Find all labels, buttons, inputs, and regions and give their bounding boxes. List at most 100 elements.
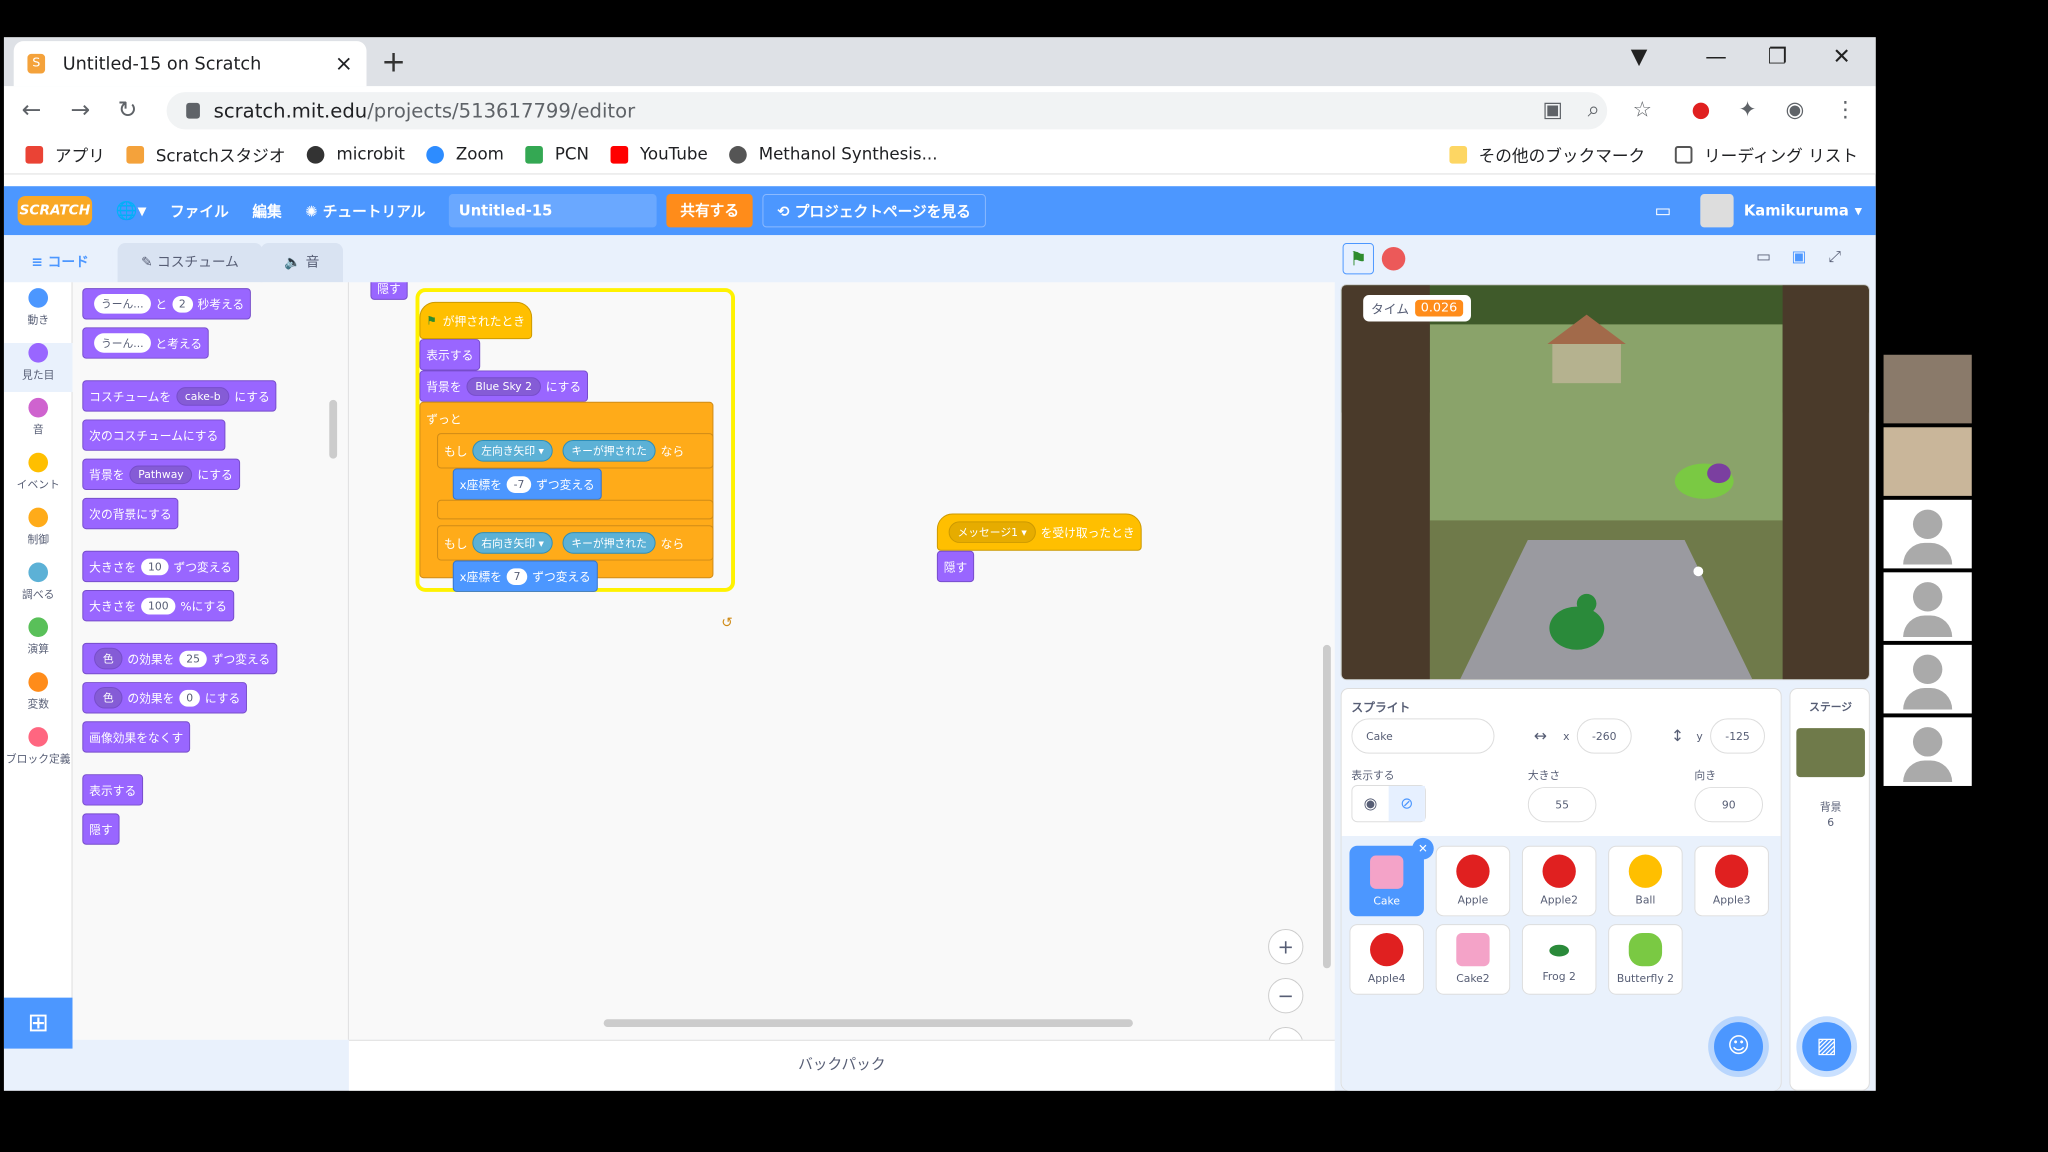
zoom-out-icon[interactable]: − xyxy=(1268,978,1304,1014)
block-switch-costume[interactable]: コスチュームを cake-b にする xyxy=(82,380,277,412)
zoom-icon[interactable]: ⌕ xyxy=(1588,98,1600,123)
stop-button[interactable] xyxy=(1381,246,1406,271)
size-input[interactable]: 55 xyxy=(1527,786,1597,823)
block-hide[interactable]: 隠す xyxy=(82,813,120,845)
script-h-scrollbar[interactable] xyxy=(603,1019,1133,1028)
sprite-name-input[interactable]: Cake xyxy=(1351,718,1495,754)
language-globe-icon[interactable]: 🌐▾ xyxy=(116,200,147,221)
tutorial-menu[interactable]: ✺ チュートリアル xyxy=(305,200,425,221)
address-bar[interactable]: scratch.mit.edu/projects/513617799/edito… xyxy=(166,92,1608,130)
bookmark-apps[interactable]: アプリ xyxy=(25,142,105,167)
block-think-for-secs[interactable]: うーん... と 2 秒考える xyxy=(82,288,252,320)
tab-code[interactable]: ≡ コード xyxy=(7,243,113,283)
script-partial-hide-block[interactable]: 隠す xyxy=(370,282,408,300)
bookmark-other[interactable]: その他のブックマーク xyxy=(1449,142,1645,167)
category-control[interactable]: 制御 xyxy=(4,507,73,557)
block-next-backdrop[interactable]: 次の背景にする xyxy=(82,497,179,530)
butterfly-sprite[interactable] xyxy=(1674,463,1734,499)
change-x-right-block[interactable]: x座標を 7 ずつ変える xyxy=(452,560,598,592)
change-x-left-block[interactable]: x座標を -7 ずつ変える xyxy=(452,468,602,500)
more-icon[interactable]: ⋮ xyxy=(1835,98,1857,123)
scratch-logo[interactable]: SCRATCH xyxy=(17,196,93,226)
extension-red-icon[interactable]: ● xyxy=(1691,98,1710,123)
category-looks[interactable]: 見た目 xyxy=(3,343,73,392)
profile-menu-icon[interactable]: ▼ xyxy=(1631,45,1648,70)
my-stuff-folder-icon[interactable]: ▭ xyxy=(1655,200,1672,221)
sprite-tile-cake2[interactable]: Cake2 xyxy=(1435,924,1511,995)
eye-show-icon[interactable]: ◉ xyxy=(1352,786,1388,821)
backpack[interactable]: バックパック xyxy=(348,1039,1335,1091)
star-icon[interactable]: ☆ xyxy=(1633,98,1652,123)
reload-icon[interactable]: ↻ xyxy=(118,96,138,123)
block-next-costume[interactable]: 次のコスチュームにする xyxy=(82,419,226,451)
zoom-in-icon[interactable]: + xyxy=(1268,929,1304,965)
category-sound[interactable]: 音 xyxy=(4,397,73,447)
sprite-tile-ball[interactable]: Ball xyxy=(1608,845,1683,917)
tab-sounds[interactable]: 🔈 音 xyxy=(260,243,343,283)
browser-tab[interactable]: S Untitled-15 on Scratch × xyxy=(13,41,367,87)
block-set-effect[interactable]: 色の効果を 0 にする xyxy=(82,682,248,714)
category-motion[interactable]: 動き xyxy=(4,288,73,337)
x-input[interactable]: -260 xyxy=(1576,718,1632,754)
block-change-size[interactable]: 大きさを 10 ずつ変える xyxy=(82,550,239,583)
back-icon[interactable]: ← xyxy=(22,96,42,123)
script-v-scrollbar[interactable] xyxy=(1323,644,1331,969)
sprite-tile-apple4[interactable]: Apple4 xyxy=(1349,924,1424,995)
stage-target-pane[interactable]: ステージ 背景 6 ▨ xyxy=(1789,687,1870,1091)
file-menu[interactable]: ファイル xyxy=(170,200,229,221)
delete-sprite-icon[interactable]: ✕ xyxy=(1412,837,1434,860)
category-sensing[interactable]: 調べる xyxy=(4,562,73,612)
block-clear-effects[interactable]: 画像効果をなくす xyxy=(82,721,191,753)
user-menu[interactable]: ▭ Kamikuruma ▾ xyxy=(1655,194,1862,228)
stage-canvas[interactable]: タイム 0.026 xyxy=(1340,284,1870,681)
zoom-reset-icon[interactable]: = xyxy=(1268,1027,1304,1040)
category-my-blocks[interactable]: ブロック定義 xyxy=(4,727,73,776)
block-set-size[interactable]: 大きさを 100 %にする xyxy=(82,589,234,622)
if-left-block[interactable]: もし 左向き矢印 ▾ キーが押された なら xyxy=(437,433,714,469)
choose-sprite-button[interactable]: ☺ xyxy=(1714,1022,1764,1072)
y-input[interactable]: -125 xyxy=(1710,718,1765,754)
minimize-icon[interactable]: — xyxy=(1705,45,1727,70)
cast-icon[interactable]: ▣ xyxy=(1543,98,1563,123)
large-stage-icon[interactable]: ▣ xyxy=(1791,247,1806,266)
fullscreen-icon[interactable]: ⤢ xyxy=(1829,247,1842,267)
switch-backdrop-block[interactable]: 背景を Blue Sky 2 にする xyxy=(419,370,588,402)
if-right-block[interactable]: もし 右向き矢印 ▾ キーが押された なら xyxy=(437,525,714,561)
block-change-effect[interactable]: 色の効果を 25 ずつ変える xyxy=(82,642,278,675)
show-block[interactable]: 表示する xyxy=(419,339,481,371)
direction-input[interactable]: 90 xyxy=(1694,786,1764,823)
bookmark-zoom[interactable]: Zoom xyxy=(426,145,504,164)
restore-icon[interactable]: ❐ xyxy=(1768,45,1787,70)
sprite-tile-butterfly2[interactable]: Butterfly 2 xyxy=(1608,924,1683,995)
bookmark-scratch-studio[interactable]: Scratchスタジオ xyxy=(126,142,286,167)
block-show[interactable]: 表示する xyxy=(82,774,144,806)
small-stage-icon[interactable]: ▭ xyxy=(1756,247,1771,266)
bookmark-methanol[interactable]: Methanol Synthesis... xyxy=(729,145,938,164)
when-flag-clicked-block[interactable]: ⚑ が押されたとき xyxy=(419,301,532,340)
choose-backdrop-button[interactable]: ▨ xyxy=(1802,1022,1852,1072)
sprite-tile-cake[interactable]: Cake xyxy=(1349,845,1424,917)
see-project-page-button[interactable]: ⟲ プロジェクトページを見る xyxy=(762,194,986,228)
timer-monitor[interactable]: タイム 0.026 xyxy=(1363,294,1471,322)
new-tab-icon[interactable]: + xyxy=(381,45,406,79)
when-i-receive-block[interactable]: メッセージ1 ▾ を受け取ったとき xyxy=(936,513,1142,551)
bookmark-youtube[interactable]: YouTube xyxy=(610,145,708,164)
tab-costumes[interactable]: ✎ コスチューム xyxy=(117,243,263,283)
account-icon[interactable]: ◉ xyxy=(1786,98,1805,123)
close-tab-icon[interactable]: × xyxy=(335,51,353,76)
close-window-icon[interactable]: ✕ xyxy=(1833,45,1851,70)
category-events[interactable]: イベント xyxy=(4,452,73,502)
bookmark-pcn[interactable]: PCN xyxy=(525,145,589,164)
sprite-tile-apple3[interactable]: Apple3 xyxy=(1694,845,1769,917)
ball-sprite[interactable] xyxy=(1693,566,1704,577)
project-title-input[interactable]: Untitled-15 xyxy=(448,194,657,228)
block-think[interactable]: うーん... と考える xyxy=(82,327,209,359)
edit-menu[interactable]: 編集 xyxy=(252,200,281,221)
block-switch-backdrop[interactable]: 背景を Pathway にする xyxy=(82,458,240,490)
sprite-tile-apple2[interactable]: Apple2 xyxy=(1521,845,1597,917)
add-extension-button[interactable]: ⊞ xyxy=(3,997,73,1049)
puzzle-icon[interactable]: ✦ xyxy=(1739,98,1757,123)
green-flag-button[interactable]: ⚑ xyxy=(1342,243,1374,275)
category-variables[interactable]: 変数 xyxy=(4,672,73,721)
reading-list[interactable]: リーディング リスト xyxy=(1674,142,1858,167)
